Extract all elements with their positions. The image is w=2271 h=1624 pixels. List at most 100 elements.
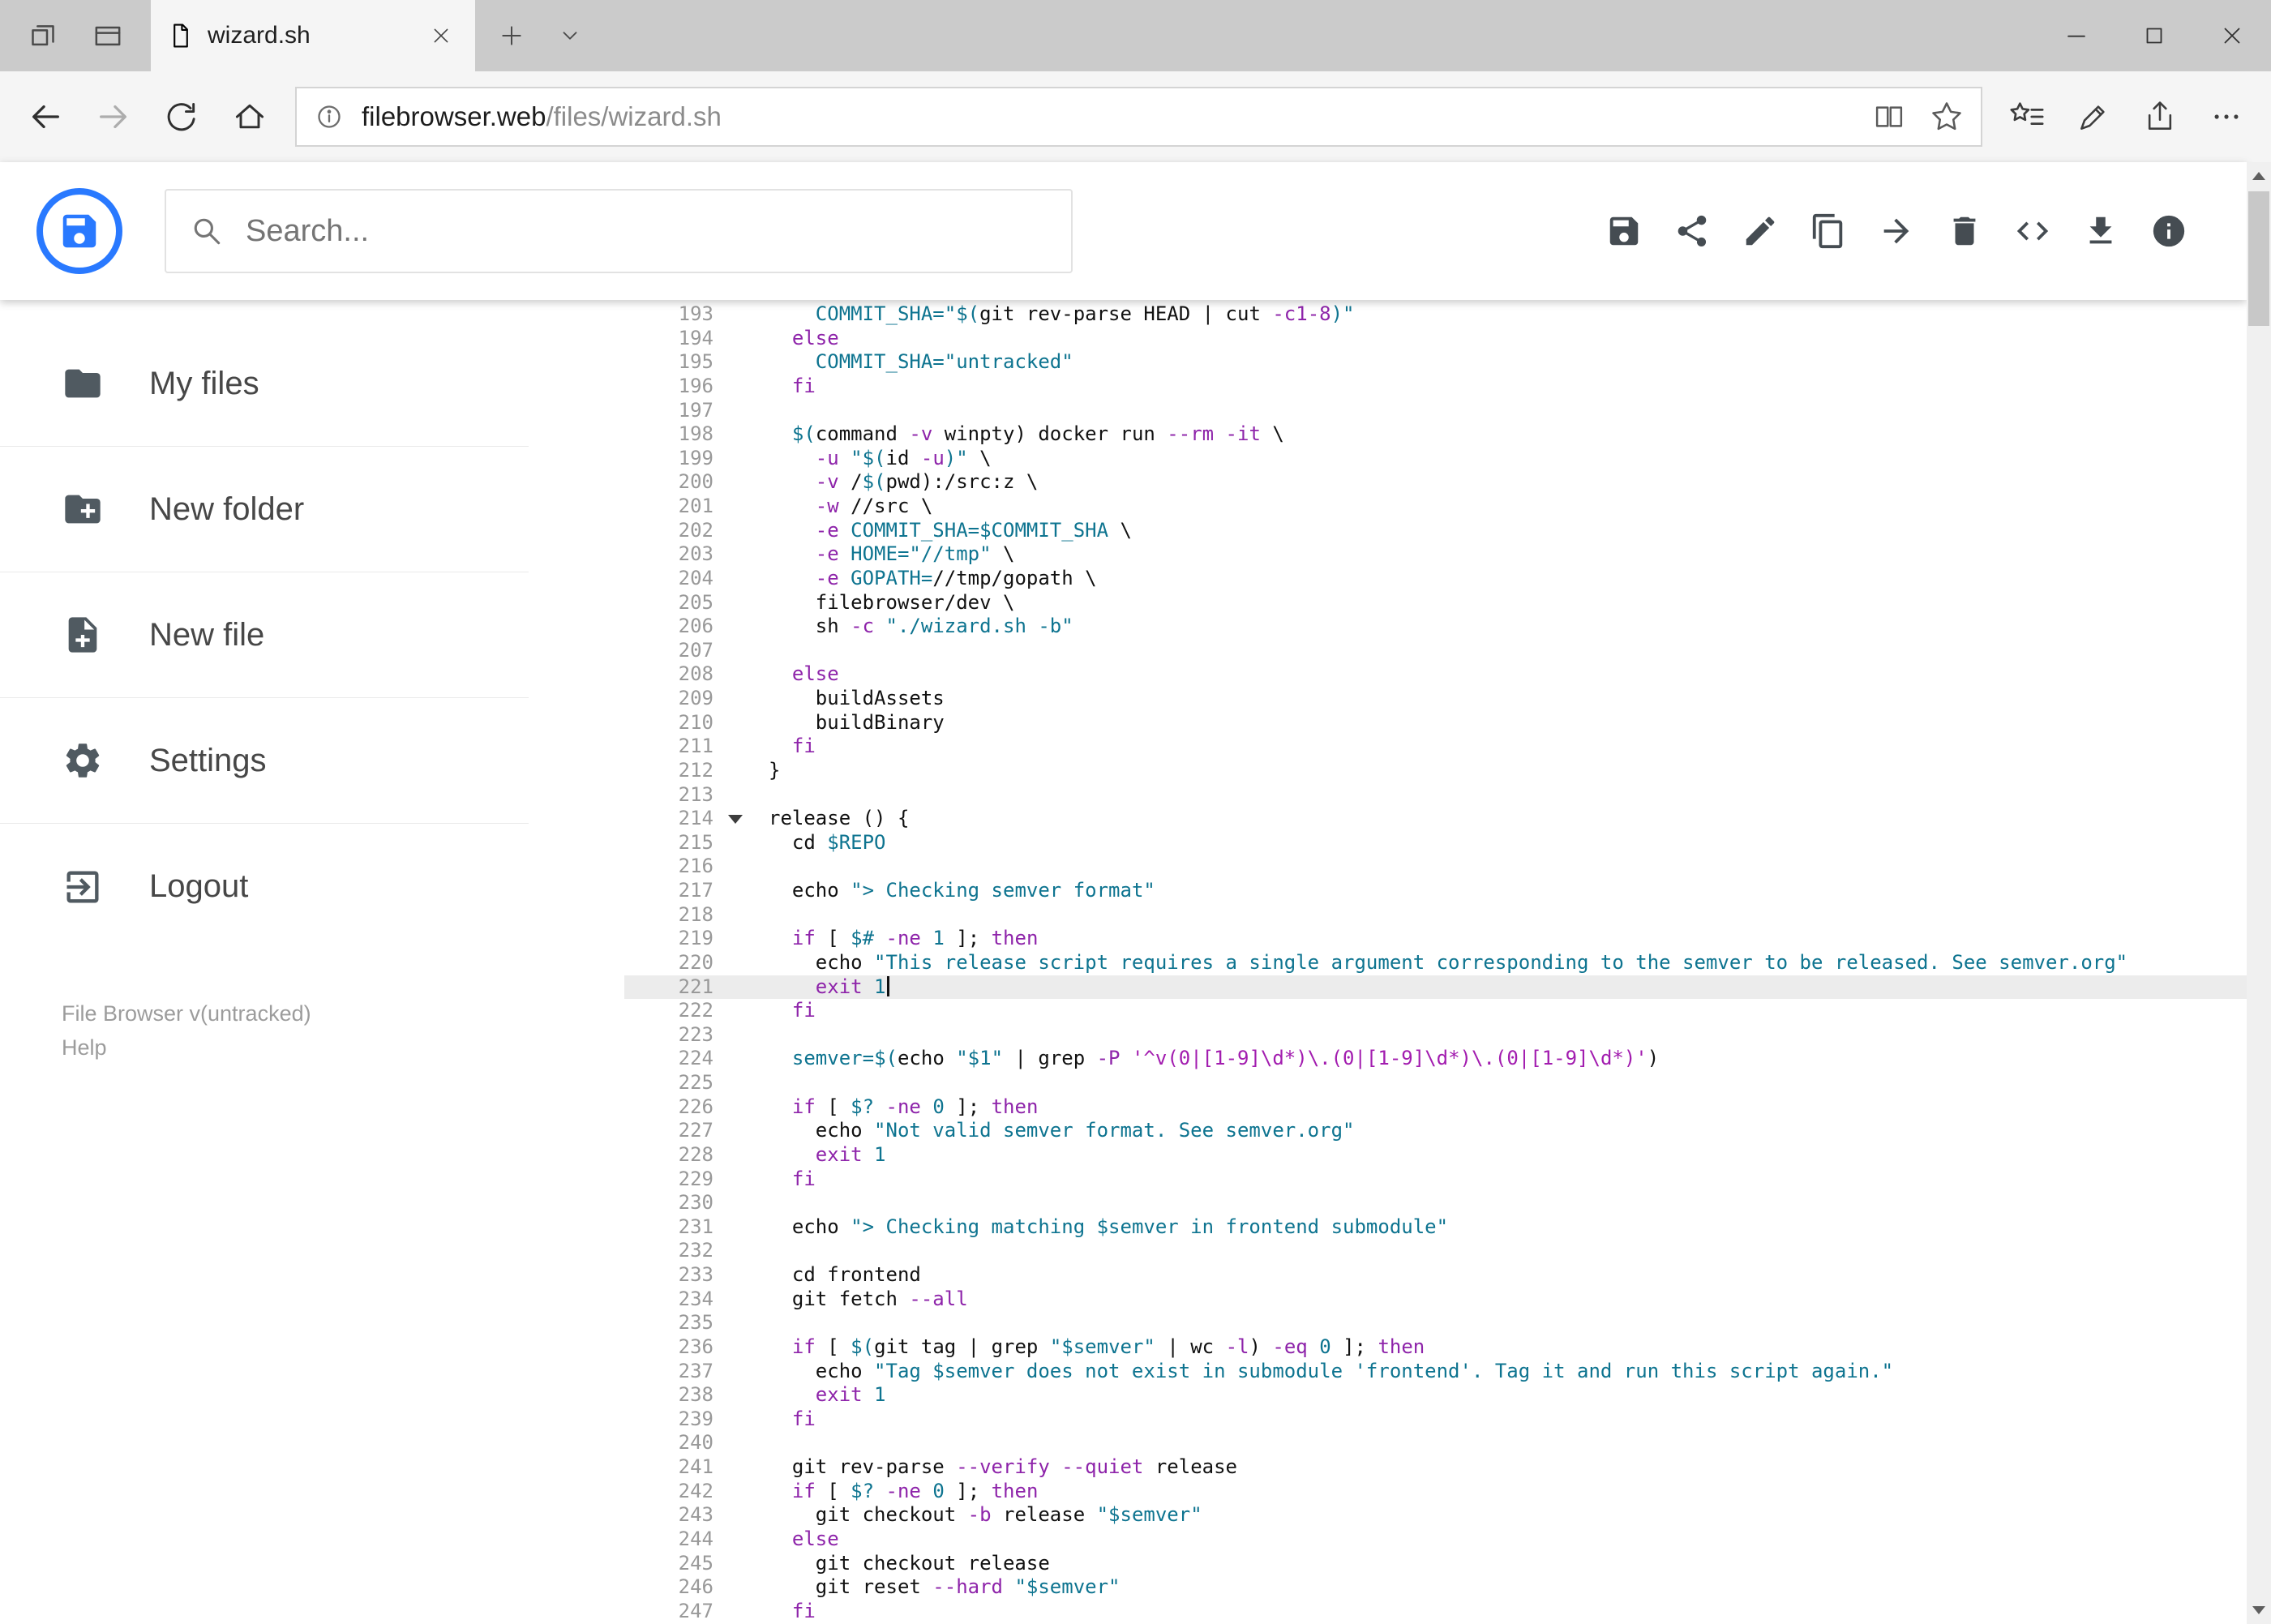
back-button[interactable] (11, 83, 79, 151)
help-link[interactable]: Help (62, 1031, 624, 1065)
search-box[interactable] (165, 189, 1073, 273)
new-tab-button[interactable] (485, 9, 538, 62)
reading-view-icon[interactable] (1872, 100, 1906, 134)
code-editor[interactable]: 193 COMMIT_SHA="$(git rev-parse HEAD | c… (624, 300, 2247, 1624)
code-line[interactable]: 244 else (624, 1528, 2247, 1552)
code-line[interactable]: 209 buildAssets (624, 687, 2247, 711)
scroll-down-arrow[interactable] (2247, 1596, 2271, 1624)
sidebar-item-my-files[interactable]: My files (0, 321, 529, 447)
code-line[interactable]: 214 release () { (624, 807, 2247, 831)
code-line[interactable]: 211 fi (624, 735, 2247, 759)
code-line[interactable]: 215 cd $REPO (624, 831, 2247, 855)
code-line[interactable]: 194 else (624, 327, 2247, 351)
home-button[interactable] (216, 83, 284, 151)
code-line[interactable]: 236 if [ $(git tag | grep "$semver" | wc… (624, 1335, 2247, 1360)
forward-button[interactable] (79, 83, 148, 151)
code-line[interactable]: 241 git rev-parse --verify --quiet relea… (624, 1455, 2247, 1480)
tab-list-chevron-icon[interactable] (543, 9, 597, 62)
code-line[interactable]: 217 echo "> Checking semver format" (624, 879, 2247, 903)
maximize-button[interactable] (2115, 0, 2193, 71)
scrollbar-thumb[interactable] (2248, 191, 2269, 326)
code-line[interactable]: 234 git fetch --all (624, 1288, 2247, 1312)
close-button[interactable] (2193, 0, 2271, 71)
code-line[interactable]: 232 (624, 1239, 2247, 1263)
code-line[interactable]: 235 (624, 1311, 2247, 1335)
code-line[interactable]: 220 echo "This release script requires a… (624, 951, 2247, 975)
code-line[interactable]: 226 if [ $? -ne 0 ]; then (624, 1095, 2247, 1120)
code-line[interactable]: 207 (624, 639, 2247, 663)
code-line[interactable]: 222 fi (624, 999, 2247, 1023)
code-line[interactable]: 239 fi (624, 1408, 2247, 1432)
code-line[interactable]: 203 -e HOME="//tmp" \ (624, 542, 2247, 567)
sidebar-item-logout[interactable]: Logout (0, 824, 529, 949)
page-scrollbar[interactable] (2247, 162, 2271, 1624)
scroll-up-arrow[interactable] (2247, 162, 2271, 190)
code-line[interactable]: 202 -e COMMIT_SHA=$COMMIT_SHA \ (624, 519, 2247, 543)
code-line[interactable]: 223 (624, 1023, 2247, 1048)
code-line[interactable]: 198 $(command -v winpty) docker run --rm… (624, 422, 2247, 447)
download-button[interactable] (2081, 212, 2120, 251)
code-line[interactable]: 243 git checkout -b release "$semver" (624, 1503, 2247, 1528)
code-line[interactable]: 245 git checkout release (624, 1552, 2247, 1576)
fold-marker-icon[interactable] (728, 815, 743, 825)
code-line[interactable]: 193 COMMIT_SHA="$(git rev-parse HEAD | c… (624, 302, 2247, 327)
code-line[interactable]: 237 echo "Tag $semver does not exist in … (624, 1360, 2247, 1384)
code-line[interactable]: 219 if [ $# -ne 1 ]; then (624, 927, 2247, 951)
code-line[interactable]: 199 -u "$(id -u)" \ (624, 447, 2247, 471)
refresh-button[interactable] (148, 83, 216, 151)
share-icon[interactable] (2127, 84, 2193, 150)
code-line[interactable]: 212} (624, 759, 2247, 783)
tab-preview-icon[interactable] (81, 9, 135, 62)
tabs-aside-icon[interactable] (16, 9, 70, 62)
annotate-pen-icon[interactable] (2060, 84, 2127, 150)
code-line[interactable]: 231 echo "> Checking matching $semver in… (624, 1215, 2247, 1240)
copy-button[interactable] (1809, 212, 1848, 251)
sidebar-item-new-folder[interactable]: New folder (0, 447, 529, 572)
more-options-icon[interactable] (2193, 84, 2260, 150)
sidebar-item-new-file[interactable]: New file (0, 572, 529, 698)
code-line[interactable]: 230 (624, 1191, 2247, 1215)
code-line[interactable]: 204 -e GOPATH=//tmp/gopath \ (624, 567, 2247, 591)
code-line[interactable]: 225 (624, 1071, 2247, 1095)
code-line[interactable]: 238 exit 1 (624, 1383, 2247, 1408)
code-line[interactable]: 242 if [ $? -ne 0 ]; then (624, 1480, 2247, 1504)
code-line[interactable]: 228 exit 1 (624, 1143, 2247, 1168)
site-info-icon[interactable] (313, 101, 345, 133)
code-line[interactable]: 205 filebrowser/dev \ (624, 591, 2247, 615)
tab-close-button[interactable] (423, 18, 459, 54)
code-line[interactable]: 229 fi (624, 1168, 2247, 1192)
share-button[interactable] (1673, 212, 1712, 251)
code-line[interactable]: 240 (624, 1431, 2247, 1455)
code-line[interactable]: 197 (624, 399, 2247, 423)
code-line[interactable]: 208 else (624, 662, 2247, 687)
code-line[interactable]: 201 -w //src \ (624, 495, 2247, 519)
code-line[interactable]: 206 sh -c "./wizard.sh -b" (624, 615, 2247, 639)
search-input[interactable] (246, 213, 1048, 249)
code-line[interactable]: 233 cd frontend (624, 1263, 2247, 1288)
code-line[interactable]: 246 git reset --hard "$semver" (624, 1575, 2247, 1600)
code-line[interactable]: 221 exit 1 (624, 975, 2247, 1000)
info-button[interactable] (2149, 212, 2188, 251)
code-line[interactable]: 224 semver=$(echo "$1" | grep -P '^v(0|[… (624, 1047, 2247, 1071)
delete-button[interactable] (1945, 212, 1984, 251)
rename-button[interactable] (1741, 212, 1780, 251)
code-line[interactable]: 227 echo "Not valid semver format. See s… (624, 1119, 2247, 1143)
code-line[interactable]: 210 buildBinary (624, 711, 2247, 735)
code-line[interactable]: 218 (624, 903, 2247, 928)
browser-tab[interactable]: wizard.sh (151, 0, 475, 71)
save-button[interactable] (1605, 212, 1643, 251)
minimize-button[interactable] (2037, 0, 2115, 71)
code-line[interactable]: 247 fi (624, 1600, 2247, 1624)
code-line[interactable]: 200 -v /$(pwd):/src:z \ (624, 470, 2247, 495)
code-view-button[interactable] (2013, 212, 2052, 251)
app-logo[interactable] (36, 188, 122, 274)
move-button[interactable] (1877, 212, 1916, 251)
code-line[interactable]: 195 COMMIT_SHA="untracked" (624, 350, 2247, 375)
code-line[interactable]: 213 (624, 783, 2247, 808)
address-bar[interactable]: filebrowser.web/files/wizard.sh (295, 87, 1982, 147)
sidebar-item-settings[interactable]: Settings (0, 698, 529, 824)
favorite-star-icon[interactable] (1929, 99, 1965, 135)
code-line[interactable]: 196 fi (624, 375, 2247, 399)
favorites-hub-icon[interactable] (1994, 84, 2060, 150)
code-line[interactable]: 216 (624, 855, 2247, 879)
